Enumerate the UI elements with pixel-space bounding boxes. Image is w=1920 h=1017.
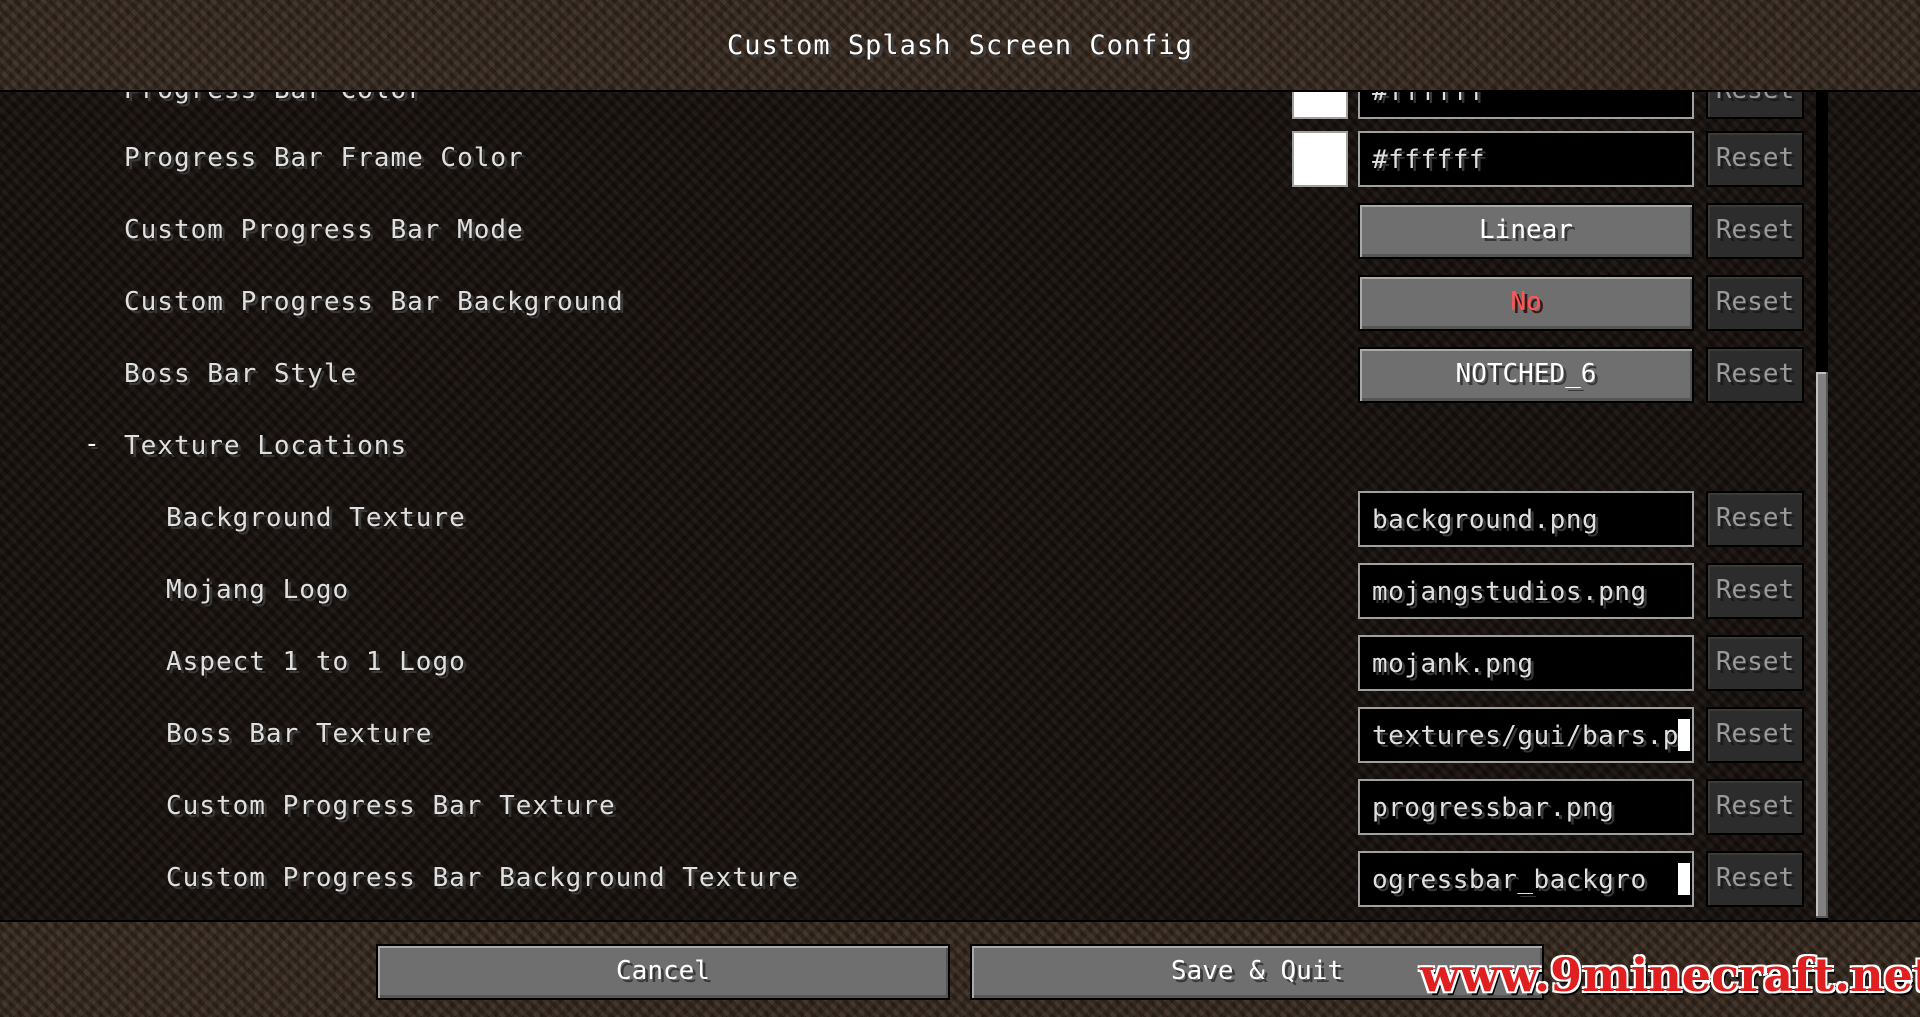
option-label: Progress Bar Frame Color	[124, 143, 524, 173]
texture-path-input[interactable]: textures/gui/bars.p	[1358, 707, 1694, 763]
option-label: Custom Progress Bar Mode	[124, 215, 524, 245]
progress-mode-button[interactable]: Linear	[1358, 203, 1694, 259]
color-input[interactable]: #ffffff	[1358, 92, 1694, 119]
color-swatch[interactable]	[1292, 92, 1348, 119]
reset-button[interactable]: Reset	[1706, 275, 1804, 331]
section-header-texture-locations[interactable]: - Texture Locations	[0, 416, 1820, 476]
option-label: Progress Bar Color	[124, 92, 424, 105]
texture-row: Custom Progress Bar Texture progressbar.p…	[0, 776, 1820, 836]
watermark-logo: www.9minecraft.net	[1420, 948, 1920, 1002]
texture-path-input[interactable]: progressbar.png	[1358, 779, 1694, 835]
reset-button[interactable]: Reset	[1706, 347, 1804, 403]
input-value: progressbar.png	[1372, 793, 1615, 823]
option-row-frame-color: Progress Bar Frame Color #ffffff Reset	[0, 128, 1820, 188]
reset-button[interactable]: Reset	[1706, 203, 1804, 259]
texture-path-input[interactable]: background.png	[1358, 491, 1694, 547]
reset-button[interactable]: Reset	[1706, 635, 1804, 691]
texture-label: Custom Progress Bar Texture	[166, 791, 616, 821]
texture-label: Background Texture	[166, 503, 466, 533]
texture-label: Boss Bar Texture	[166, 719, 433, 749]
scrollbar[interactable]	[1816, 92, 1828, 920]
option-label: Boss Bar Style	[124, 359, 358, 389]
texture-row: Boss Bar Texture textures/gui/bars.p Reset	[0, 704, 1820, 764]
option-label: Custom Progress Bar Background	[124, 287, 624, 317]
color-input[interactable]: #ffffff	[1358, 131, 1694, 187]
input-value: background.png	[1372, 505, 1599, 535]
input-value: textures/gui/bars.p	[1372, 721, 1679, 751]
reset-button[interactable]: Reset	[1706, 563, 1804, 619]
cancel-button[interactable]: Cancel	[376, 944, 950, 1000]
input-value: #ffffff	[1372, 92, 1486, 107]
scrollbar-thumb[interactable]	[1816, 372, 1828, 918]
texture-row: Mojang Logo mojangstudios.png Reset	[0, 560, 1820, 620]
progress-background-toggle[interactable]: No	[1358, 275, 1694, 331]
section-title: Texture Locations	[124, 431, 408, 461]
header-bar: Custom Splash Screen Config	[0, 0, 1920, 92]
options-list[interactable]: Progress Bar Color #ffffff Reset Progres…	[0, 92, 1920, 920]
collapse-toggle-icon[interactable]: -	[84, 429, 100, 459]
color-swatch[interactable]	[1292, 131, 1348, 187]
texture-row: Aspect 1 to 1 Logo mojank.png Reset	[0, 632, 1820, 692]
reset-button[interactable]: Reset	[1706, 131, 1804, 187]
input-value: #ffffff	[1372, 145, 1486, 175]
reset-button[interactable]: Reset	[1706, 92, 1804, 119]
texture-label: Aspect 1 to 1 Logo	[166, 647, 466, 677]
text-caret	[1678, 863, 1690, 895]
texture-label: Mojang Logo	[166, 575, 350, 605]
texture-row: Background Texture background.png Reset	[0, 488, 1820, 548]
option-row-progress-background: Custom Progress Bar Background No Reset	[0, 272, 1820, 332]
input-value: mojank.png	[1372, 649, 1534, 679]
input-value: mojangstudios.png	[1372, 577, 1647, 607]
config-screen: Custom Splash Screen Config Progress Bar…	[0, 0, 1920, 1017]
texture-path-input[interactable]: mojangstudios.png	[1358, 563, 1694, 619]
input-value: ogressbar_backgro	[1372, 865, 1647, 895]
page-title: Custom Splash Screen Config	[727, 30, 1193, 61]
option-row-progress-bar-color: Progress Bar Color #ffffff Reset	[0, 92, 1820, 120]
texture-path-input[interactable]: ogressbar_backgro	[1358, 851, 1694, 907]
reset-button[interactable]: Reset	[1706, 707, 1804, 763]
reset-button[interactable]: Reset	[1706, 851, 1804, 907]
reset-button[interactable]: Reset	[1706, 779, 1804, 835]
texture-label: Custom Progress Bar Background Texture	[166, 863, 799, 893]
texture-path-input[interactable]: mojank.png	[1358, 635, 1694, 691]
boss-bar-style-button[interactable]: NOTCHED_6	[1358, 347, 1694, 403]
option-row-progress-mode: Custom Progress Bar Mode Linear Reset	[0, 200, 1820, 260]
reset-button[interactable]: Reset	[1706, 491, 1804, 547]
text-caret	[1678, 719, 1690, 751]
option-row-boss-bar-style: Boss Bar Style NOTCHED_6 Reset	[0, 344, 1820, 404]
texture-row: Custom Progress Bar Background Texture og…	[0, 848, 1820, 908]
